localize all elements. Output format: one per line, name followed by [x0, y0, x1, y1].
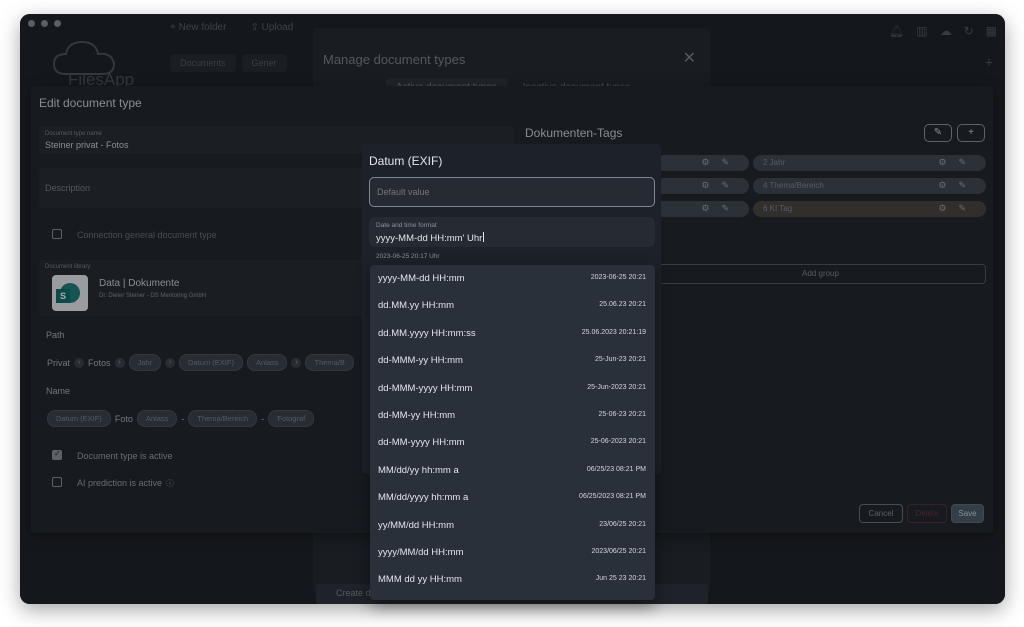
format-option[interactable]: yy/MM/dd HH:mm 23/06/25 20:21 [370, 512, 655, 539]
format-option[interactable]: dd-MMM-yy HH:mm 25-Jun-23 20:21 [370, 347, 655, 374]
format-option[interactable]: MM/dd/yyyy hh:mm a 06/25/2023 08:21 PM [370, 484, 655, 511]
date-time-format-field[interactable]: Date and time format yyyy-MM-dd HH:mm' U… [369, 217, 655, 247]
datum-popup-title: Datum (EXIF) [369, 154, 443, 168]
format-option[interactable]: dd-MM-yy HH:mm 25-06-23 20:21 [370, 402, 655, 429]
format-options-dropdown: yyyy-MM-dd HH:mm 2023-06-25 20:21 dd.MM.y… [370, 265, 655, 600]
default-value-input[interactable] [369, 177, 655, 207]
date-time-format-label: Date and time format [376, 222, 437, 229]
format-preview: 2023-06-25 20:17 Uhr [376, 253, 440, 260]
date-time-format-value: yyyy-MM-dd HH:mm' Uhr [376, 233, 483, 244]
format-option[interactable]: yyyy/MM/dd HH:mm 2023/06/25 20:21 [370, 539, 655, 566]
format-option[interactable]: dd.MM.yyyy HH:mm:ss 25.06.2023 20:21:19 [370, 320, 655, 347]
format-option[interactable]: yyyy-MM-dd HH:mm 2023-06-25 20:21 [370, 265, 655, 292]
format-option[interactable]: MMM dd yy HH:mm Jun 25 23 20:21 [370, 566, 655, 593]
format-option[interactable]: dd-MMM-yyyy HH:mm 25-Jun-2023 20:21 [370, 375, 655, 402]
format-option[interactable]: dd-MM-yyyy HH:mm 25-06-2023 20:21 [370, 429, 655, 456]
minimize-dot-icon[interactable] [41, 20, 48, 27]
format-option[interactable]: dd.MM.yy HH:mm 25.06.23 20:21 [370, 292, 655, 319]
maximize-dot-icon[interactable] [54, 20, 61, 27]
close-dot-icon[interactable] [28, 20, 35, 27]
window-controls[interactable] [28, 20, 61, 27]
format-option[interactable]: MM/dd/yy hh:mm a 06/25/23 08:21 PM [370, 457, 655, 484]
